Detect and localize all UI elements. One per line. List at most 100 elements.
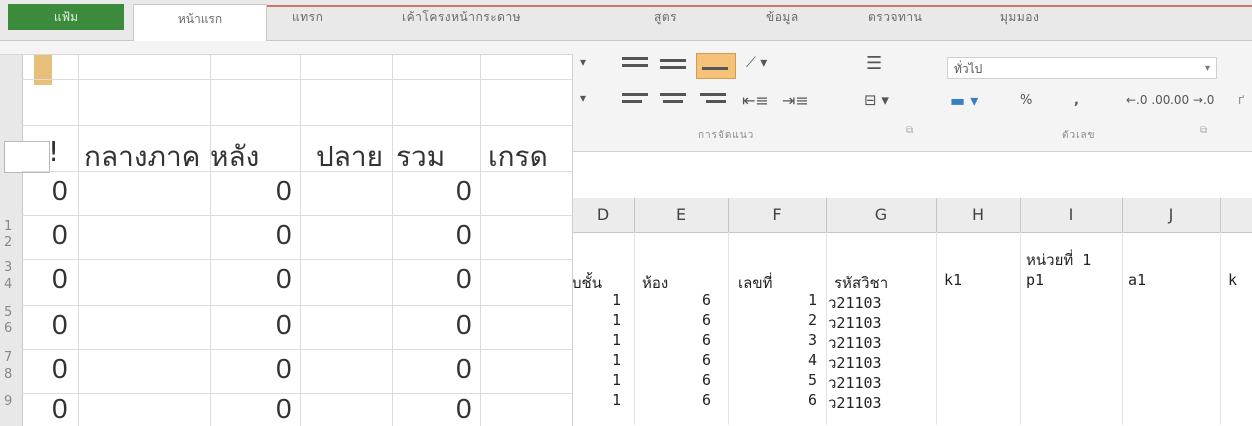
overlay-cell[interactable]: 0 xyxy=(276,353,292,385)
overlay-cell[interactable]: 0 xyxy=(456,393,472,425)
overlay-cell[interactable]: 0 xyxy=(456,175,472,207)
overlay-cell[interactable]: 0 xyxy=(52,219,68,251)
overlay-header-truncated[interactable]: ! xyxy=(48,135,78,168)
font-dropdown-arrow-icon[interactable]: ▾ xyxy=(580,55,586,69)
cell-room[interactable]: 6 xyxy=(702,331,711,349)
number-launcher-icon[interactable]: ⧉ xyxy=(1200,125,1207,136)
cell-number[interactable]: 1 xyxy=(808,291,817,309)
row-number[interactable]: 1 xyxy=(4,219,12,234)
column-header-j[interactable]: J xyxy=(1122,198,1221,232)
overlay-cell[interactable]: 0 xyxy=(52,393,68,425)
cell-grade[interactable]: 1 xyxy=(612,291,621,309)
tab-view[interactable]: มุมมอง xyxy=(1000,8,1039,27)
font-size-dropdown-arrow-icon[interactable]: ▾ xyxy=(580,91,586,105)
cell-room[interactable]: 6 xyxy=(702,371,711,389)
number-format-value: ทั่วไป xyxy=(954,62,983,76)
overlay-cell[interactable]: 0 xyxy=(456,219,472,251)
header-k1[interactable]: k1 xyxy=(944,271,962,289)
header-k[interactable]: k xyxy=(1228,271,1237,289)
overlay-header-final[interactable]: ปลาย xyxy=(316,135,392,179)
header-grade[interactable]: บชั้น xyxy=(572,271,602,295)
pasted-table-overlay: 1 2 3 4 5 6 7 8 9 ! กลางภาค หลัง ปลาย รว… xyxy=(0,54,573,426)
column-header-e[interactable]: E xyxy=(634,198,729,232)
cell-number[interactable]: 4 xyxy=(808,351,817,369)
tab-data[interactable]: ข้อมูล xyxy=(766,8,799,27)
paste-icon[interactable] xyxy=(34,55,52,85)
overlay-header-after[interactable]: หลัง xyxy=(210,135,300,179)
unit-label[interactable]: หน่วยที่ 1 xyxy=(1026,248,1091,272)
row-number[interactable]: 6 xyxy=(4,321,12,336)
cell-grade[interactable]: 1 xyxy=(612,311,621,329)
column-header-i[interactable]: I xyxy=(1020,198,1123,232)
column-header-d[interactable]: D xyxy=(572,198,635,232)
column-header-k[interactable] xyxy=(1220,198,1252,232)
overlay-header-midterm[interactable]: กลางภาค xyxy=(84,135,210,179)
row-number[interactable]: 2 xyxy=(4,235,12,250)
header-room[interactable]: ห้อง xyxy=(642,271,668,295)
overlay-cell[interactable]: 0 xyxy=(456,309,472,341)
orientation-icon[interactable]: ⟋ ▾ xyxy=(746,55,767,71)
cell-number[interactable]: 3 xyxy=(808,331,817,349)
tab-insert[interactable]: แทรก xyxy=(292,8,323,27)
row-number[interactable]: 7 xyxy=(4,350,12,365)
chevron-down-icon: ▾ xyxy=(1204,63,1210,74)
cell-code[interactable]: ว21103 xyxy=(828,391,882,415)
overlay-cell[interactable]: 0 xyxy=(52,263,68,295)
tab-formulas[interactable]: สูตร xyxy=(654,8,677,27)
ribbon-tab-bar: แฟ้ม หน้าแรก แทรก เค้าโครงหน้ากระดาษ สูต… xyxy=(0,0,1252,41)
tab-page-layout[interactable]: เค้าโครงหน้ากระดาษ xyxy=(402,8,521,27)
cell-grade[interactable]: 1 xyxy=(612,371,621,389)
overlay-cell[interactable]: 0 xyxy=(52,309,68,341)
cell-room[interactable]: 6 xyxy=(702,351,711,369)
row-number[interactable]: 9 xyxy=(4,394,12,409)
cell-room[interactable]: 6 xyxy=(702,311,711,329)
column-header-g[interactable]: G xyxy=(826,198,937,232)
conditional-format-icon[interactable]: ґ xyxy=(1238,93,1244,107)
wrap-text-icon[interactable]: ☰ xyxy=(866,53,882,74)
overlay-cell[interactable]: 0 xyxy=(276,393,292,425)
overlay-cell[interactable]: 0 xyxy=(276,219,292,251)
cell-room[interactable]: 6 xyxy=(702,391,711,409)
overlay-cell[interactable]: 0 xyxy=(456,263,472,295)
accounting-format-icon[interactable]: ▬ ▾ xyxy=(950,91,978,110)
overlay-header-total[interactable]: รวม xyxy=(396,135,480,179)
row-number[interactable]: 4 xyxy=(4,277,12,292)
tab-review[interactable]: ตรวจทาน xyxy=(868,8,922,27)
overlay-cell[interactable]: 0 xyxy=(456,353,472,385)
cell-room[interactable]: 6 xyxy=(702,291,711,309)
alignment-launcher-icon[interactable]: ⧉ xyxy=(906,125,913,136)
percent-style-button[interactable]: % xyxy=(1020,93,1032,108)
cell-number[interactable]: 6 xyxy=(808,391,817,409)
row-number[interactable]: 3 xyxy=(4,260,12,275)
overlay-cell[interactable]: 0 xyxy=(52,175,68,207)
name-box[interactable] xyxy=(4,141,50,173)
cell-grade[interactable]: 1 xyxy=(612,391,621,409)
number-format-dropdown[interactable]: ทั่วไป ▾ xyxy=(947,57,1217,79)
overlay-cell[interactable]: 0 xyxy=(276,263,292,295)
cell-grade[interactable]: 1 xyxy=(612,351,621,369)
increase-decimal-icon[interactable]: ←.0 .00 xyxy=(1126,93,1170,107)
decrease-indent-icon[interactable]: ⇤≡ xyxy=(742,91,769,110)
overlay-cell[interactable]: 0 xyxy=(276,309,292,341)
tab-file[interactable]: แฟ้ม xyxy=(8,4,124,30)
align-bottom-button[interactable] xyxy=(696,53,736,79)
cell-number[interactable]: 2 xyxy=(808,311,817,329)
cell-number[interactable]: 5 xyxy=(808,371,817,389)
row-number[interactable]: 5 xyxy=(4,305,12,320)
increase-indent-icon[interactable]: ⇥≡ xyxy=(782,91,809,110)
merge-center-icon[interactable]: ⊟ ▾ xyxy=(864,91,889,109)
tab-home[interactable]: หน้าแรก xyxy=(133,4,267,41)
decrease-decimal-icon[interactable]: .00 →.0 xyxy=(1170,93,1214,107)
number-group-label: ตัวเลข xyxy=(1062,130,1096,141)
overlay-header-grade[interactable]: เกรด xyxy=(488,135,572,179)
overlay-cell[interactable]: 0 xyxy=(52,353,68,385)
header-p1[interactable]: p1 xyxy=(1026,271,1044,289)
column-header-f[interactable]: F xyxy=(728,198,827,232)
header-a1[interactable]: a1 xyxy=(1128,271,1146,289)
row-number[interactable]: 8 xyxy=(4,367,12,382)
cell-grade[interactable]: 1 xyxy=(612,331,621,349)
comma-style-button[interactable]: , xyxy=(1074,93,1079,108)
overlay-cell[interactable]: 0 xyxy=(276,175,292,207)
column-header-h[interactable]: H xyxy=(936,198,1021,232)
header-number[interactable]: เลขที่ xyxy=(738,271,772,295)
